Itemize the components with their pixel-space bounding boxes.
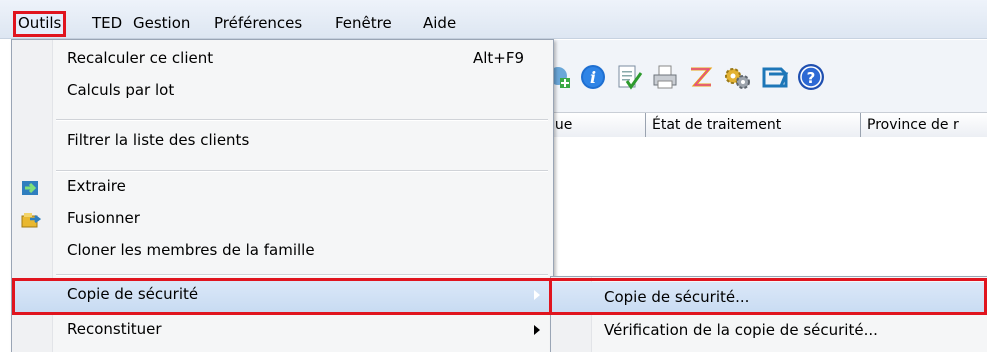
settings-icon[interactable]: [722, 62, 752, 92]
column-header-status[interactable]: État de traitement: [645, 113, 781, 137]
menu-fenetre[interactable]: Fenêtre: [331, 12, 396, 36]
menu-item-label: Extraire: [67, 177, 126, 195]
shortcut-label: Alt+F9: [473, 49, 525, 67]
submenu-item-backup[interactable]: Copie de sécurité...: [551, 282, 987, 314]
print-icon[interactable]: [650, 62, 680, 92]
info-icon[interactable]: i: [578, 62, 608, 92]
tools-menu: Recalculer ce client Alt+F9 Calculs par …: [11, 39, 554, 352]
menu-item-label: Cloner les membres de la famille: [67, 241, 315, 259]
menu-preferences[interactable]: Préférences: [210, 12, 306, 36]
menu-item-label: Recalculer ce client: [67, 49, 214, 67]
menu-gestion[interactable]: Gestion: [129, 12, 194, 36]
column-header-province[interactable]: Province de r: [860, 113, 959, 137]
svg-text:?: ?: [807, 69, 816, 87]
menu-item-label: Copie de sécurité: [67, 285, 199, 303]
folder-icon[interactable]: [760, 62, 790, 92]
extract-icon: [21, 179, 41, 197]
menu-item-label: Reconstituer: [67, 320, 162, 338]
menu-item-extract[interactable]: Extraire: [12, 172, 551, 204]
submenu-item-verify-backup[interactable]: Vérification de la copie de sécurité...: [551, 315, 987, 347]
menu-item-label: Vérification de la copie de sécurité...: [604, 321, 878, 339]
menu-outils[interactable]: Outils: [12, 11, 67, 37]
menu-separator: [56, 274, 548, 276]
backup-submenu: Copie de sécurité... Vérification de la …: [550, 276, 987, 352]
submenu-arrow-icon: [534, 290, 540, 300]
menu-aide[interactable]: Aide: [419, 12, 460, 36]
menu-ted[interactable]: TED: [88, 12, 126, 36]
menu-item-clone-family[interactable]: Cloner les membres de la famille: [12, 236, 551, 268]
menu-item-rebuild[interactable]: Reconstituer: [12, 315, 551, 347]
menu-item-recalculate[interactable]: Recalculer ce client Alt+F9: [12, 44, 551, 76]
submenu-arrow-icon: [534, 325, 540, 335]
menu-item-filter-clients[interactable]: Filtrer la liste des clients: [12, 126, 551, 158]
menu-separator: [56, 119, 548, 121]
toolbar: i ?: [540, 40, 987, 112]
help-icon[interactable]: ?: [796, 62, 826, 92]
merge-icon: [21, 211, 42, 229]
menu-item-label: Copie de sécurité...: [604, 288, 750, 306]
transmit-icon[interactable]: [686, 62, 716, 92]
menu-item-label: Fusionner: [67, 209, 140, 227]
menu-item-label: Calculs par lot: [67, 81, 175, 99]
menu-bar: Outils TED Gestion Préférences Fenêtre A…: [0, 0, 987, 39]
menu-item-label: Filtrer la liste des clients: [67, 131, 250, 149]
checklist-icon[interactable]: [614, 62, 644, 92]
svg-text:i: i: [590, 68, 596, 87]
menu-item-backup[interactable]: Copie de sécurité: [12, 280, 551, 312]
menu-item-batch-calculations[interactable]: Calculs par lot: [12, 76, 551, 108]
menu-item-merge[interactable]: Fusionner: [12, 204, 551, 236]
client-grid-header: gue État de traitement Province de r: [540, 112, 987, 138]
